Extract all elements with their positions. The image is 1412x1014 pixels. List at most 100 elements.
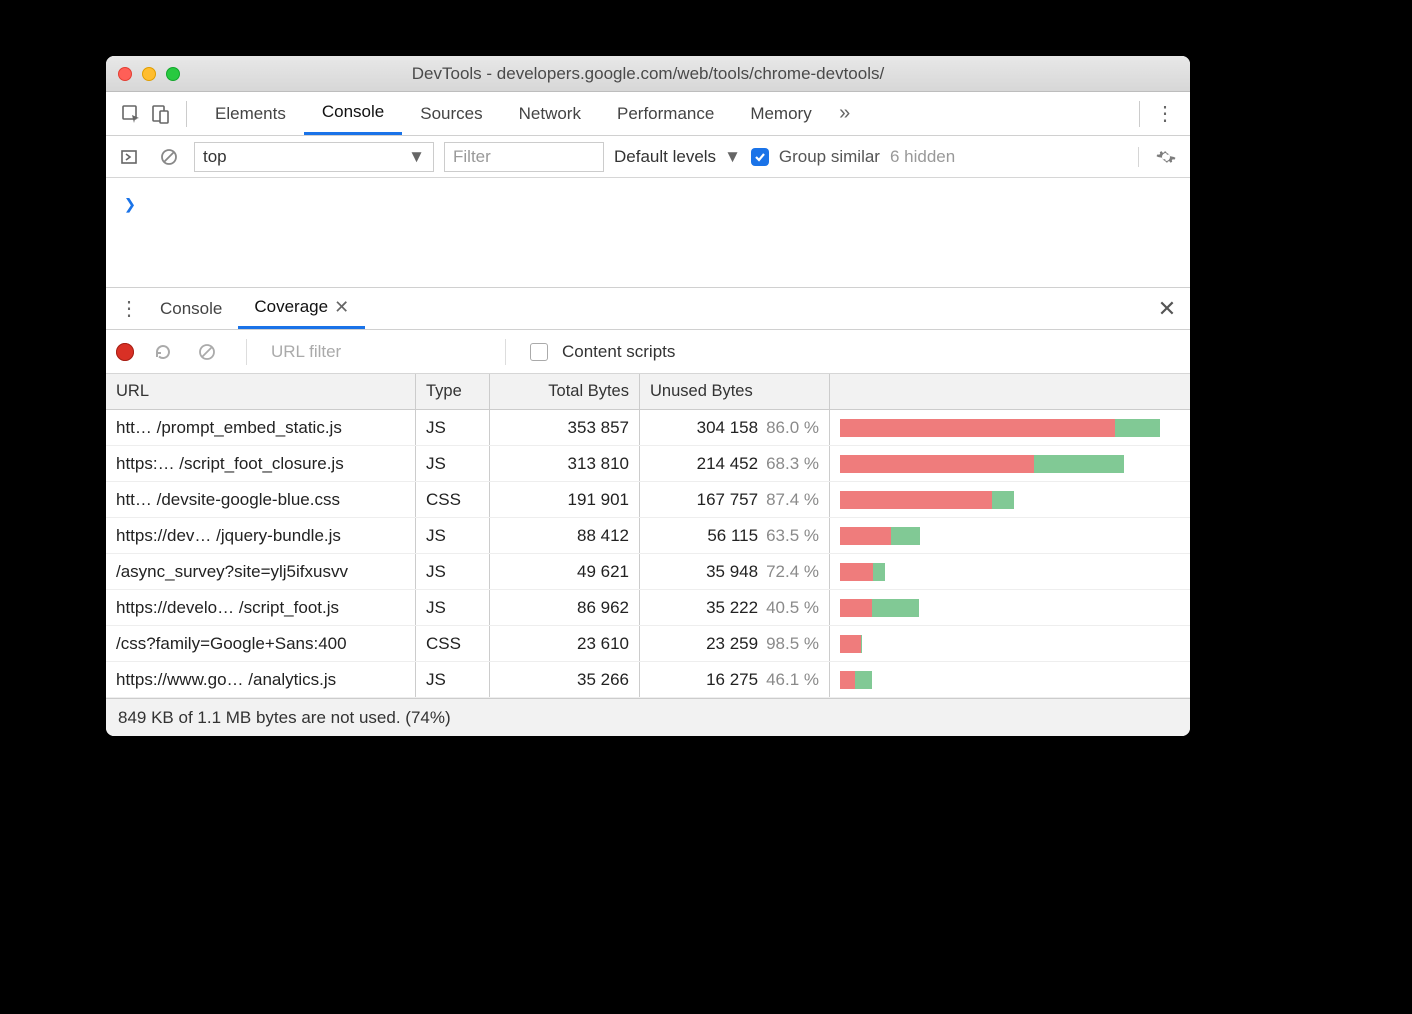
cell-unused-bytes: 56 11563.5 % [640,518,830,553]
used-segment [873,563,885,581]
cell-type: JS [416,590,490,625]
unused-segment [840,455,1034,473]
coverage-toolbar: URL filter Content scripts [106,330,1190,374]
tab-sources[interactable]: Sources [402,92,500,135]
cell-unused-bytes: 167 75787.4 % [640,482,830,517]
unused-segment [840,527,891,545]
console-settings-icon[interactable] [1138,147,1182,167]
divider [1139,101,1140,127]
console-filter-placeholder: Filter [453,147,491,167]
coverage-status-bar: 849 KB of 1.1 MB bytes are not used. (74… [106,698,1190,736]
column-header-unused[interactable]: Unused Bytes [640,374,830,409]
column-header-url[interactable]: URL [106,374,416,409]
cell-url: /css?family=Google+Sans:400 [106,626,416,661]
cell-total-bytes: 23 610 [490,626,640,661]
table-row[interactable]: /async_survey?site=ylj5ifxusvvJS49 62135… [106,554,1190,590]
tab-performance[interactable]: Performance [599,92,732,135]
context-selector[interactable]: top ▼ [194,142,434,172]
table-row[interactable]: htt… /devsite-google-blue.cssCSS191 9011… [106,482,1190,518]
table-row[interactable]: htt… /prompt_embed_static.jsJS353 857304… [106,410,1190,446]
cell-url: https://dev… /jquery-bundle.js [106,518,416,553]
table-row[interactable]: https://dev… /jquery-bundle.jsJS88 41256… [106,518,1190,554]
usage-bar [840,563,885,581]
drawer-tab-console[interactable]: Console [144,288,238,329]
log-level-selector[interactable]: Default levels ▼ [614,147,741,167]
column-header-type[interactable]: Type [416,374,490,409]
unused-segment [840,635,861,653]
main-tabstrip: ElementsConsoleSourcesNetworkPerformance… [106,92,1190,136]
close-drawer-icon[interactable]: ✕ [1152,294,1182,324]
tab-memory[interactable]: Memory [732,92,829,135]
usage-bar [840,599,919,617]
table-row[interactable]: https:… /script_foot_closure.jsJS313 810… [106,446,1190,482]
titlebar: DevTools - developers.google.com/web/too… [106,56,1190,92]
coverage-url-filter-input[interactable]: URL filter [271,342,481,362]
column-header-unused-label: Unused Bytes [650,382,753,401]
cell-usage-bar [830,662,1190,697]
cell-url: https://www.go… /analytics.js [106,662,416,697]
divider [186,101,187,127]
cell-type: CSS [416,626,490,661]
cell-unused-bytes: 23 25998.5 % [640,626,830,661]
reload-icon[interactable] [148,337,178,367]
cell-type: JS [416,518,490,553]
cell-usage-bar [830,590,1190,625]
unused-segment [840,419,1115,437]
table-row[interactable]: https://develo… /script_foot.jsJS86 9623… [106,590,1190,626]
tab-network[interactable]: Network [501,92,599,135]
tab-console[interactable]: Console [304,92,402,135]
cell-unused-bytes: 304 15886.0 % [640,410,830,445]
column-header-visualization[interactable] [830,374,1190,409]
hidden-count-label: 6 hidden [890,147,955,167]
drawer-tab-coverage[interactable]: Coverage✕ [238,288,365,329]
cell-url: htt… /devsite-google-blue.css [106,482,416,517]
record-button[interactable] [116,343,134,361]
execution-context-icon[interactable] [114,142,144,172]
usage-bar [840,671,872,689]
table-row[interactable]: /css?family=Google+Sans:400CSS23 61023 2… [106,626,1190,662]
close-tab-icon[interactable]: ✕ [334,297,349,318]
used-segment [1034,455,1124,473]
inspect-element-icon[interactable] [116,99,146,129]
console-filter-input[interactable]: Filter [444,142,604,172]
table-header-row: URL Type Total Bytes Unused Bytes [106,374,1190,410]
cell-unused-bytes: 214 45268.3 % [640,446,830,481]
cell-url: /async_survey?site=ylj5ifxusvv [106,554,416,589]
cell-url: htt… /prompt_embed_static.js [106,410,416,445]
used-segment [1115,419,1160,437]
chevron-down-icon: ▼ [408,147,425,167]
console-output[interactable]: ❯ [106,178,1190,288]
cell-url: https://develo… /script_foot.js [106,590,416,625]
cell-total-bytes: 353 857 [490,410,640,445]
usage-bar [840,455,1124,473]
tab-elements[interactable]: Elements [197,92,304,135]
content-scripts-checkbox[interactable] [530,343,548,361]
cell-usage-bar [830,446,1190,481]
cell-type: JS [416,554,490,589]
drawer-more-icon[interactable]: ⋮ [114,294,144,324]
window-title: DevTools - developers.google.com/web/too… [106,64,1190,84]
context-selector-value: top [203,147,227,167]
unused-segment [840,599,872,617]
table-row[interactable]: https://www.go… /analytics.jsJS35 26616 … [106,662,1190,698]
group-similar-checkbox[interactable] [751,148,769,166]
clear-coverage-icon[interactable] [192,337,222,367]
usage-bar [840,527,920,545]
cell-type: JS [416,446,490,481]
more-options-icon[interactable]: ⋮ [1150,99,1180,129]
coverage-status-text: 849 KB of 1.1 MB bytes are not used. (74… [118,708,451,728]
cell-usage-bar [830,518,1190,553]
cell-total-bytes: 35 266 [490,662,640,697]
usage-bar [840,491,1014,509]
column-header-total[interactable]: Total Bytes [490,374,640,409]
clear-console-icon[interactable] [154,142,184,172]
cell-unused-bytes: 35 22240.5 % [640,590,830,625]
toggle-device-toolbar-icon[interactable] [146,99,176,129]
cell-total-bytes: 191 901 [490,482,640,517]
more-tabs-icon[interactable]: » [830,99,860,129]
used-segment [992,491,1014,509]
divider [246,339,247,365]
usage-bar [840,419,1160,437]
group-similar-label: Group similar [779,147,880,167]
content-scripts-label: Content scripts [562,342,675,362]
